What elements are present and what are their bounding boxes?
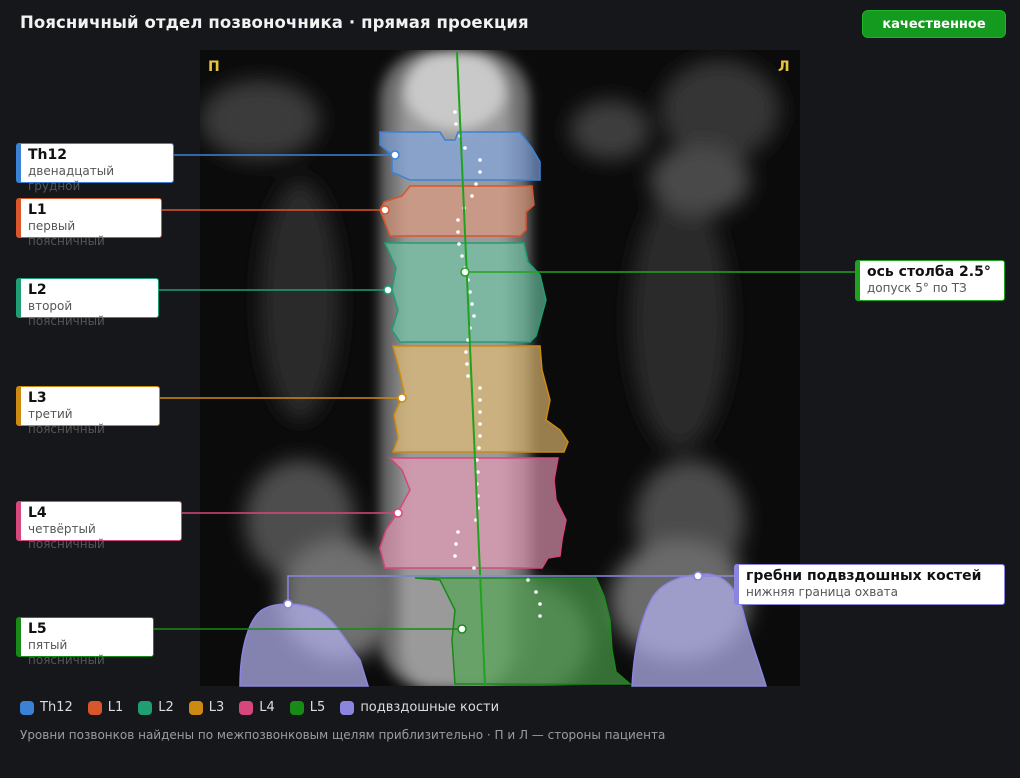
- spinous-dot: [456, 230, 460, 234]
- label-l5[interactable]: L5 пятый поясничный: [16, 617, 154, 667]
- label-l5-desc: пятый поясничный: [28, 638, 105, 667]
- legend-item-iliac: подвздошные кости: [340, 700, 499, 715]
- label-l2-desc: второй поясничный: [28, 299, 105, 328]
- label-l4-desc: четвёртый поясничный: [28, 522, 105, 551]
- spinous-dot: [478, 422, 482, 426]
- spinous-dot: [478, 398, 482, 402]
- label-l1-name: L1: [28, 202, 47, 218]
- legend-label: L1: [107, 700, 124, 715]
- label-l2[interactable]: L2 второй поясничный: [16, 278, 159, 328]
- legend-item-l2: L2: [138, 700, 174, 715]
- iliac-label-desc: нижняя граница охвата: [746, 585, 899, 599]
- legend-label: L5: [309, 700, 326, 715]
- legend-label: L2: [158, 700, 174, 715]
- anchor-th12: [390, 150, 400, 160]
- label-th12-name: Th12: [28, 147, 67, 163]
- spinous-dot: [472, 566, 476, 570]
- spinous-dot: [477, 446, 481, 450]
- anchor-l5: [457, 624, 467, 634]
- label-iliac-crests[interactable]: гребни подвздошных костей нижняя граница…: [734, 564, 1005, 605]
- spinous-dot: [478, 158, 482, 162]
- spinous-dot: [454, 542, 458, 546]
- label-spine-axis[interactable]: ось столба 2.5° допуск 5° по ТЗ: [855, 260, 1005, 301]
- vertebra-l4-overlay: [379, 457, 567, 569]
- legend-item-l4: L4: [239, 700, 275, 715]
- label-th12-desc: двенадцатый грудной: [28, 164, 115, 193]
- label-th12[interactable]: Th12 двенадцатый грудной: [16, 143, 174, 193]
- label-l1[interactable]: L1 первый поясничный: [16, 198, 162, 248]
- footer-note: Уровни позвонков найдены по межпозвонков…: [20, 728, 666, 742]
- spinous-dot: [472, 314, 476, 318]
- spinous-dot: [526, 578, 530, 582]
- legend-item-th12: Th12: [20, 700, 73, 715]
- spinous-dot: [478, 410, 482, 414]
- spinous-dot: [454, 122, 458, 126]
- anchor-l2: [383, 285, 393, 295]
- anchor-axis: [460, 267, 470, 277]
- legend-item-l5: L5: [289, 700, 326, 715]
- legend-label: Th12: [40, 700, 73, 715]
- legend-label: L3: [208, 700, 225, 715]
- spinous-dot: [476, 470, 480, 474]
- label-l3-name: L3: [28, 390, 47, 406]
- spinous-dot: [534, 590, 538, 594]
- label-l4[interactable]: L4 четвёртый поясничный: [16, 501, 182, 551]
- legend-swatch: [239, 700, 254, 715]
- legend-swatch: [138, 700, 153, 715]
- anchor-l4: [393, 508, 403, 518]
- legend: Th12 L1 L2 L3 L4 L5 подвздошные кости: [20, 700, 514, 715]
- label-l3[interactable]: L3 третий поясничный: [16, 386, 160, 436]
- legend-swatch: [340, 700, 355, 715]
- spinous-dot: [474, 182, 478, 186]
- label-l5-name: L5: [28, 621, 47, 637]
- legend-swatch: [20, 700, 34, 715]
- label-l3-desc: третий поясничный: [28, 407, 105, 436]
- spinous-dot: [465, 362, 469, 366]
- anchor-iliac-right: [283, 599, 293, 609]
- spinous-dot: [478, 170, 482, 174]
- legend-swatch: [188, 700, 203, 715]
- label-l1-desc: первый поясничный: [28, 219, 105, 248]
- anchor-l1: [380, 205, 390, 215]
- spinous-dot: [457, 242, 461, 246]
- axis-label-desc: допуск 5° по ТЗ: [867, 281, 967, 295]
- legend-swatch: [289, 700, 304, 715]
- label-l2-name: L2: [28, 282, 47, 298]
- legend-label: L4: [259, 700, 275, 715]
- legend-item-l3: L3: [188, 700, 225, 715]
- legend-swatch: [87, 700, 102, 715]
- iliac-label-name: гребни подвздошных костей: [746, 568, 982, 584]
- spinous-dot: [538, 614, 542, 618]
- spinous-dot: [538, 602, 542, 606]
- axis-label-name: ось столба 2.5°: [867, 264, 991, 280]
- vertebra-l1-overlay: [379, 185, 535, 237]
- legend-label: подвздошные кости: [360, 700, 500, 715]
- spinous-dot: [463, 146, 467, 150]
- spinous-dot: [468, 290, 472, 294]
- spinous-dot: [478, 434, 482, 438]
- spinous-dot: [460, 254, 464, 258]
- anchor-iliac-left: [693, 571, 703, 581]
- spinous-dot: [453, 110, 457, 114]
- label-l4-name: L4: [28, 505, 47, 521]
- spinous-dot: [478, 386, 482, 390]
- legend-item-l1: L1: [87, 700, 124, 715]
- side-marker-right: П: [208, 59, 220, 75]
- spinous-dot: [456, 218, 460, 222]
- spinous-dot: [470, 194, 474, 198]
- spinous-dot: [453, 554, 457, 558]
- anchor-l3: [397, 393, 407, 403]
- side-marker-left: Л: [778, 59, 790, 75]
- spinous-dot: [470, 302, 474, 306]
- spinous-dot: [464, 350, 468, 354]
- spinous-dot: [456, 530, 460, 534]
- spinous-dot: [466, 374, 470, 378]
